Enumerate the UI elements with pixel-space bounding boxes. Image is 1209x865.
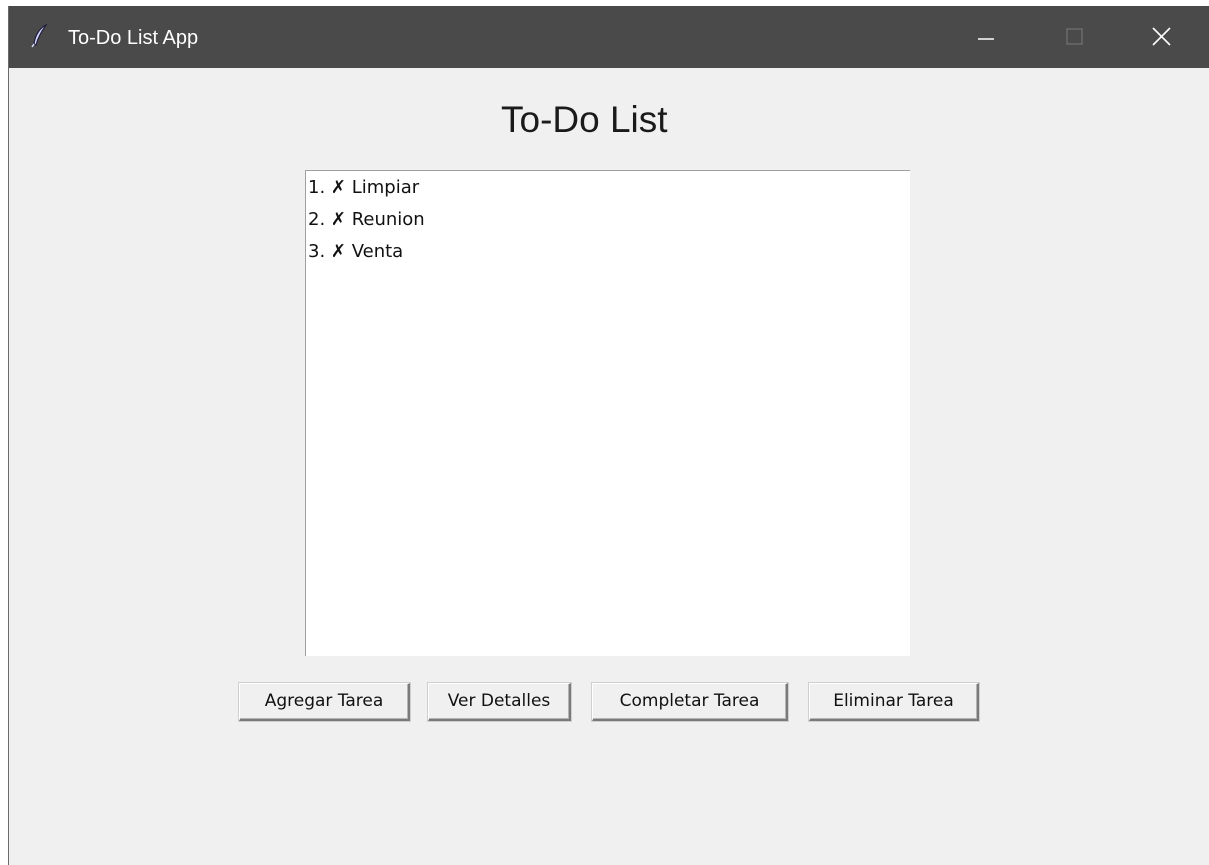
window-title: To-Do List App (68, 27, 199, 49)
list-item[interactable]: 3. ✗ Venta (308, 237, 403, 269)
delete-task-button[interactable]: Eliminar Tarea (809, 683, 979, 721)
close-icon (1152, 27, 1171, 46)
list-item[interactable]: 1. ✗ Limpiar (308, 173, 419, 205)
maximize-icon (1066, 28, 1083, 45)
feather-icon (31, 23, 49, 48)
view-details-button[interactable]: Ver Detalles (428, 683, 571, 721)
close-button[interactable] (1133, 6, 1189, 68)
maximize-button[interactable] (1046, 6, 1102, 68)
add-task-button[interactable]: Agregar Tarea (239, 683, 410, 721)
list-item[interactable]: 2. ✗ Reunion (308, 205, 425, 237)
title-bar[interactable]: To-Do List App (9, 6, 1209, 68)
app-window: To-Do List App To-Do List 1. ✗ Limpiar 2… (8, 6, 1209, 865)
minimize-icon (978, 38, 994, 40)
task-listbox[interactable]: 1. ✗ Limpiar 2. ✗ Reunion 3. ✗ Venta (305, 170, 910, 656)
page-title: To-Do List (501, 99, 668, 140)
minimize-button[interactable] (958, 6, 1014, 68)
complete-task-button[interactable]: Completar Tarea (592, 683, 788, 721)
